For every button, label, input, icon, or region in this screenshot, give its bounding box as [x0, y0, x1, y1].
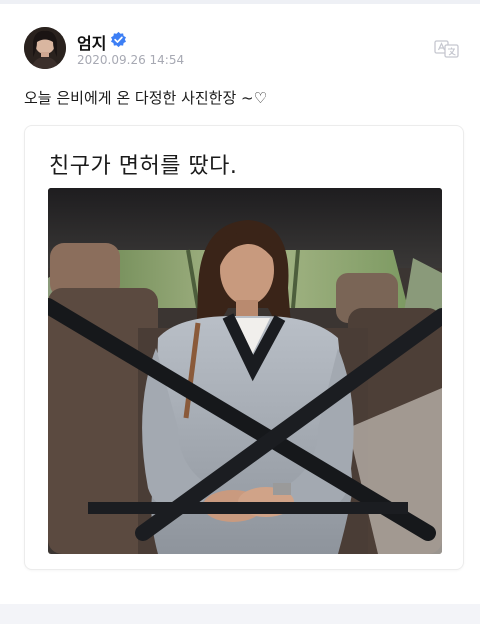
post-timestamp: 2020.09.26 14:54 — [77, 53, 185, 67]
author-name[interactable]: 엄지 — [77, 30, 106, 54]
image-card-title: 친구가 면허를 땄다. — [49, 154, 238, 179]
feed-separator — [0, 604, 480, 624]
verified-badge-icon — [111, 31, 126, 48]
post-caption: 오늘 은비에게 온 다정한 사진한장 ~♡ — [24, 89, 268, 107]
author-avatar[interactable] — [24, 27, 66, 69]
divider — [0, 0, 480, 4]
translate-icon[interactable] — [434, 40, 460, 58]
car-photo[interactable] — [48, 188, 442, 554]
post-card: 엄지 2020.09.26 14:54 오늘 은비에게 온 다정한 사진한장 ~… — [0, 0, 480, 604]
image-card[interactable]: 친구가 면허를 땄다. — [24, 125, 464, 570]
